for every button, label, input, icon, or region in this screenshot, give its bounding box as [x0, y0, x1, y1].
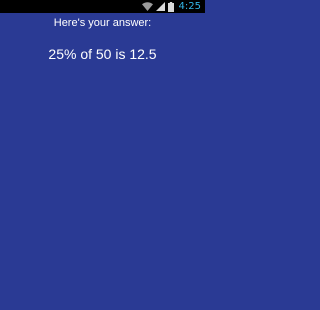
status-bar: 4:25	[0, 0, 205, 13]
wifi-icon	[141, 2, 153, 11]
answer-heading: Here's your answer:	[53, 17, 152, 29]
signal-icon	[155, 2, 165, 11]
status-icons: 4:25	[141, 0, 201, 13]
status-clock: 4:25	[178, 1, 201, 12]
main-content: Here's your answer: 25% of 50 is 12.5	[0, 13, 205, 310]
battery-icon	[167, 1, 174, 12]
answer-result: 25% of 50 is 12.5	[48, 46, 157, 62]
